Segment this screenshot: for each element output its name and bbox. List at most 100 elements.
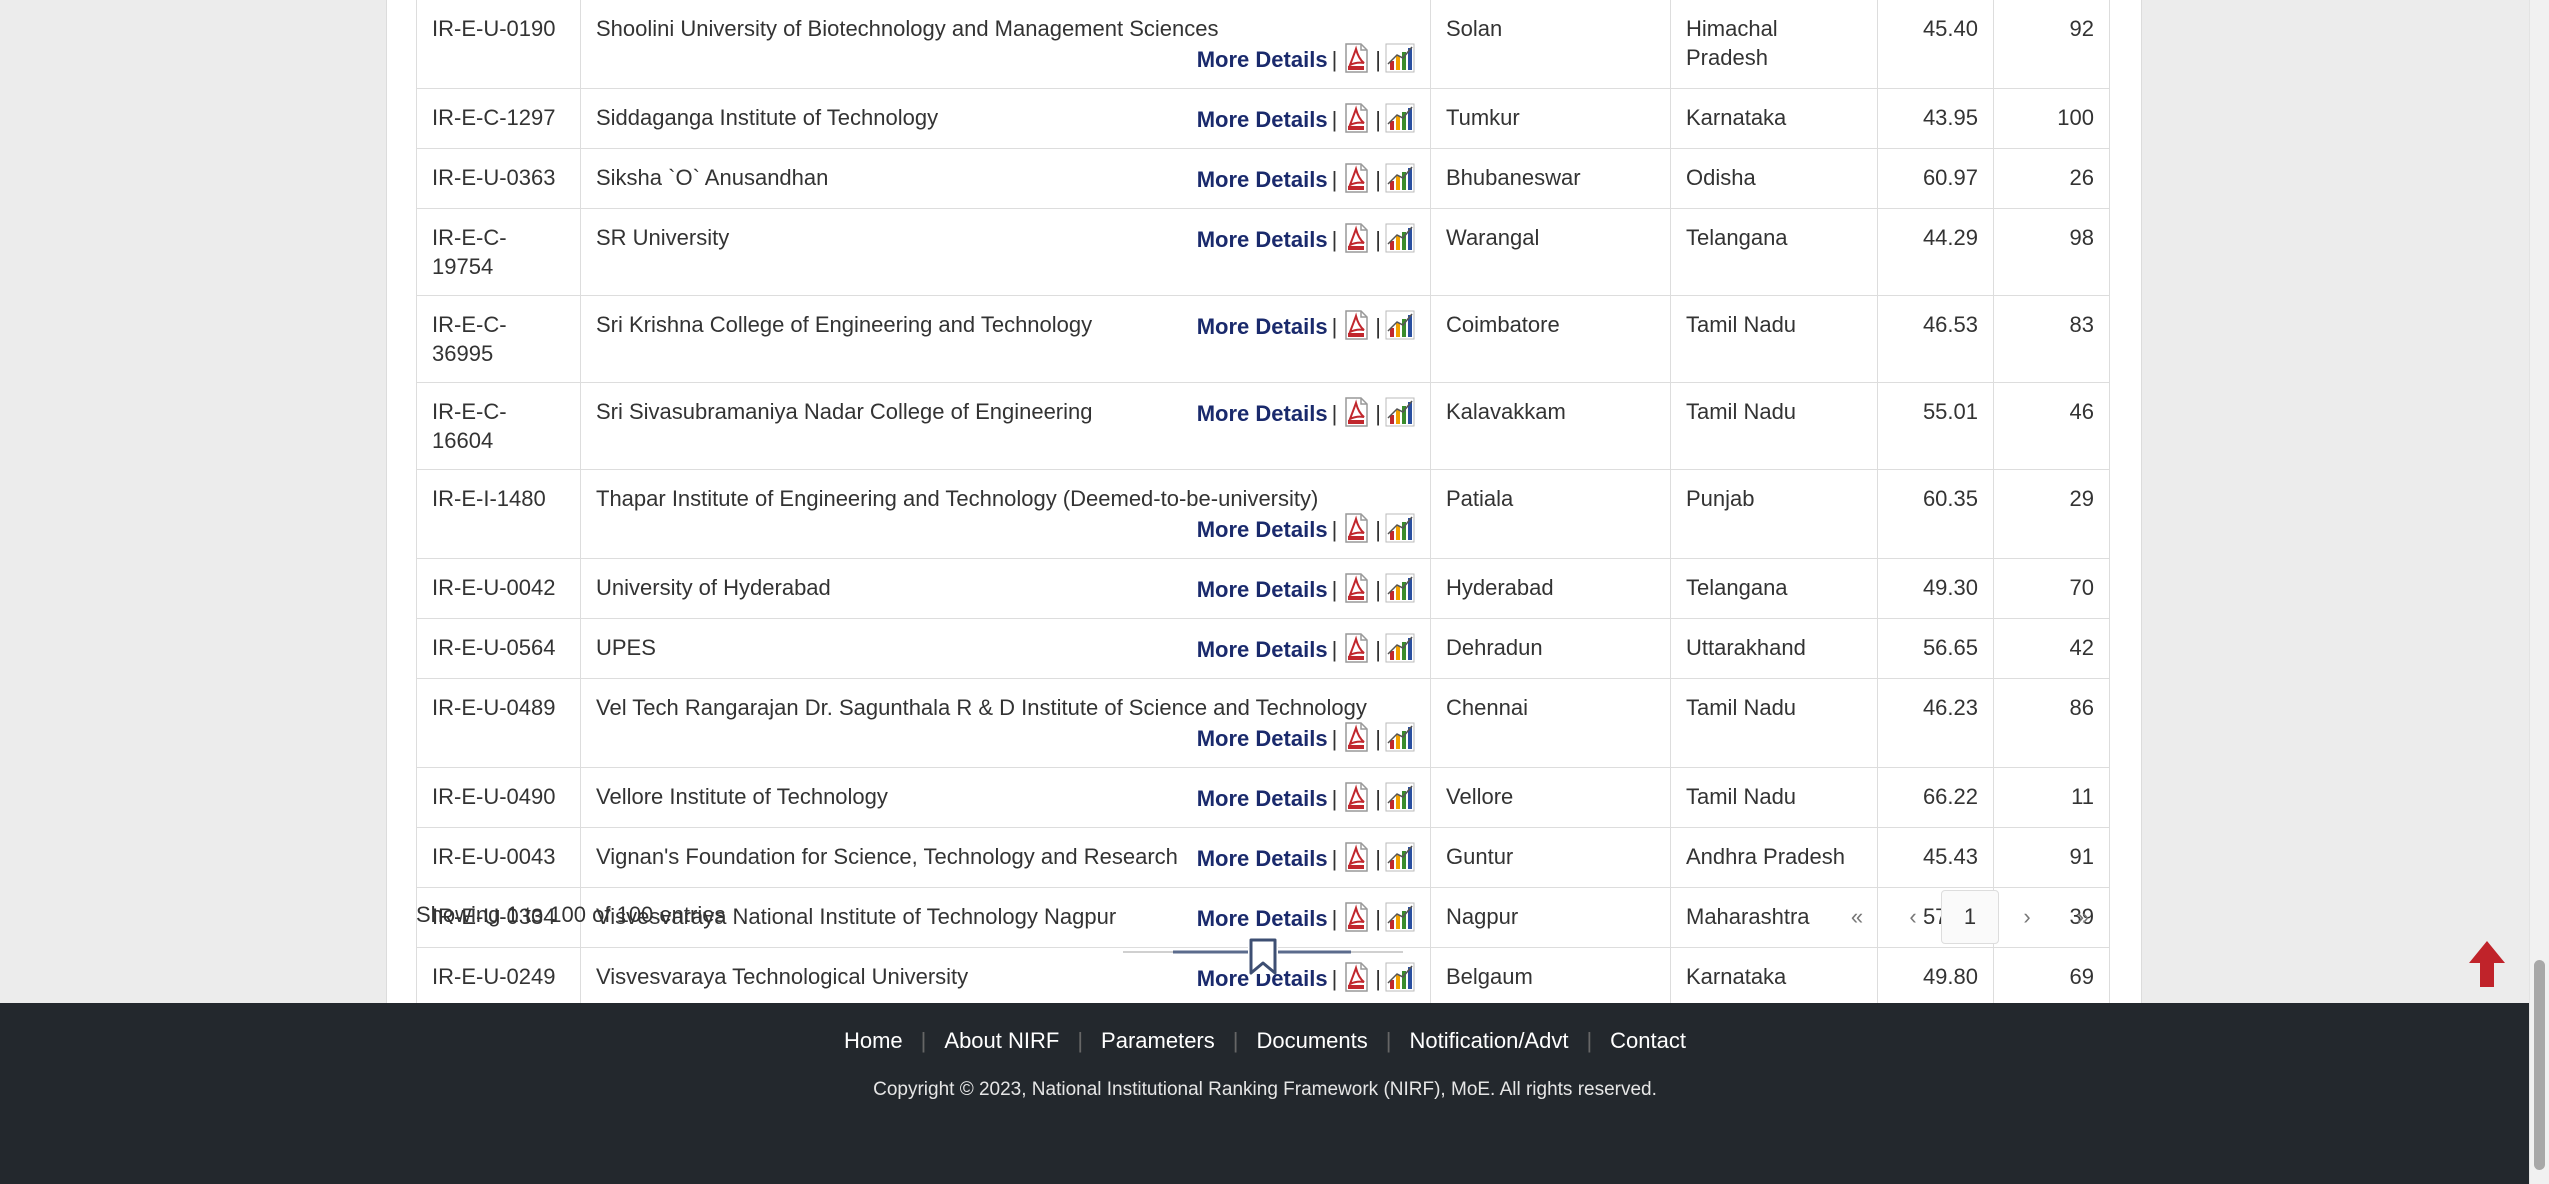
institute-name: Thapar Institute of Engineering and Tech… [596,486,1319,511]
prev-page-button[interactable]: ‹ [1885,891,1941,943]
vertical-scrollbar[interactable] [2529,0,2549,1184]
copyright-text: Copyright © 2023, National Institutional… [873,1079,1657,1100]
more-details-link[interactable]: More Details [1197,637,1328,662]
next-page-button[interactable]: › [1999,891,2055,943]
more-details-link[interactable]: More Details [1197,227,1328,252]
institute-city: Patiala [1430,469,1671,559]
pdf-icon[interactable] [1341,722,1371,752]
more-details-link[interactable]: More Details [1197,167,1328,192]
institute-rank: 92 [1993,0,2110,89]
institute-rank: 86 [1993,678,2110,768]
institute-state: Karnataka [1670,947,1878,1008]
institute-id: IR-E-U-0489 [416,678,581,768]
institute-state: Tamil Nadu [1670,767,1878,828]
pdf-icon[interactable] [1341,513,1371,543]
more-details-link[interactable]: More Details [1197,846,1328,871]
separator: | [1375,726,1381,751]
institute-rank: 29 [1993,469,2110,559]
separator: | [1375,401,1381,426]
arrow-up-icon[interactable] [2467,939,2507,989]
more-details-link[interactable]: More Details [1197,726,1328,751]
bar-chart-icon[interactable] [1385,310,1415,340]
bar-chart-icon[interactable] [1385,633,1415,663]
institute-city: Hyderabad [1430,558,1671,619]
bookmark-icon [1123,938,1403,975]
pdf-icon[interactable] [1341,310,1371,340]
institute-score: 44.29 [1877,208,1994,296]
footer-link-notification[interactable]: Notification/Advt [1391,1028,1586,1054]
bar-chart-icon[interactable] [1385,902,1415,932]
row-actions: More Details | | [1197,163,1415,194]
row-actions: More Details | | [1197,782,1415,813]
first-page-button[interactable]: « [1829,891,1885,943]
separator: | [1331,314,1338,339]
pdf-icon[interactable] [1341,842,1371,872]
separator: | [1375,517,1381,542]
pdf-icon[interactable] [1341,782,1371,812]
more-details-link[interactable]: More Details [1197,786,1328,811]
table-row: IR-E-U-0043 More Details | | Vignan's Founda… [416,827,2110,888]
institute-state: Tamil Nadu [1670,295,1878,383]
bar-chart-icon[interactable] [1385,513,1415,543]
more-details-link[interactable]: More Details [1197,47,1328,72]
institute-name-cell: More Details | | Vellore Institute of Techn… [580,767,1431,828]
institute-score: 45.43 [1877,827,1994,888]
more-details-link[interactable]: More Details [1197,314,1328,339]
footer-link-contact[interactable]: Contact [1592,1028,1704,1054]
institute-name: Siddaganga Institute of Technology [596,105,939,130]
institute-name-cell: More Details | | University of Hyderabad [580,558,1431,619]
pdf-icon[interactable] [1341,397,1371,427]
table-row: IR-E-C-36995 More Details | | Sri Krishna Co… [416,295,2110,383]
more-details-link[interactable]: More Details [1197,517,1328,542]
footer-link-documents[interactable]: Documents [1238,1028,1385,1054]
more-details-link[interactable]: More Details [1197,906,1328,931]
more-details-link[interactable]: More Details [1197,577,1328,602]
bar-chart-icon[interactable] [1385,103,1415,133]
bar-chart-icon[interactable] [1385,163,1415,193]
institute-id: IR-E-U-0564 [416,618,581,679]
row-actions: More Details | | [1197,103,1415,134]
institute-city: Solan [1430,0,1671,89]
scrollbar-thumb[interactable] [2534,960,2545,1170]
more-details-link[interactable]: More Details [1197,401,1328,426]
institute-rank: 26 [1993,148,2110,209]
institute-score: 56.65 [1877,618,1994,679]
pdf-icon[interactable] [1341,223,1371,253]
institute-name: Sri Krishna College of Engineering and T… [596,312,1093,337]
page-1-button[interactable]: 1 [1941,890,1999,944]
institute-city: Belgaum [1430,947,1671,1008]
pdf-icon[interactable] [1341,633,1371,663]
separator: | [1331,227,1338,252]
institute-score: 43.95 [1877,88,1994,149]
footer-link-about[interactable]: About NIRF [926,1028,1077,1054]
footer-link-home[interactable]: Home [826,1028,921,1054]
more-details-link[interactable]: More Details [1197,107,1328,132]
last-page-button[interactable]: » [2055,891,2111,943]
separator: | [1331,906,1338,931]
pdf-icon[interactable] [1341,573,1371,603]
institute-city: Guntur [1430,827,1671,888]
pdf-icon[interactable] [1341,902,1371,932]
institute-id: IR-E-I-1480 [416,469,581,559]
bar-chart-icon[interactable] [1385,223,1415,253]
bar-chart-icon[interactable] [1385,573,1415,603]
row-actions: More Details | | [1197,902,1415,933]
pdf-icon[interactable] [1341,103,1371,133]
institute-city: Dehradun [1430,618,1671,679]
institute-state: Telangana [1670,558,1878,619]
institute-name-cell: More Details | | SR University [580,208,1431,296]
bar-chart-icon[interactable] [1385,842,1415,872]
bar-chart-icon[interactable] [1385,782,1415,812]
separator: | [1331,846,1338,871]
institute-state: Andhra Pradesh [1670,827,1878,888]
table-row: IR-E-C-1297 More Details | | Siddaganga Inst… [416,88,2110,149]
bar-chart-icon[interactable] [1385,43,1415,73]
institute-score: 60.97 [1877,148,1994,209]
pdf-icon[interactable] [1341,163,1371,193]
separator: | [1331,726,1338,751]
institute-name: Sri Sivasubramaniya Nadar College of Eng… [596,399,1093,424]
pdf-icon[interactable] [1341,43,1371,73]
bar-chart-icon[interactable] [1385,722,1415,752]
footer-link-parameters[interactable]: Parameters [1083,1028,1233,1054]
bar-chart-icon[interactable] [1385,397,1415,427]
